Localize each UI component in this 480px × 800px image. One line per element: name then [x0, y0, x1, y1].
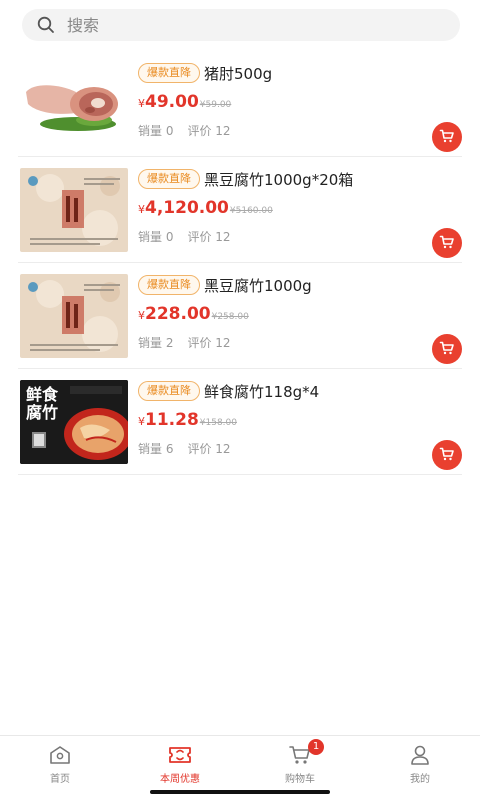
product-card[interactable]: 爆款直降 黑豆腐竹1000g ¥ 228.00 ¥258.00 销量 2 评价 … — [18, 264, 462, 369]
promo-badge: 爆款直降 — [138, 381, 200, 401]
product-stats: 销量 0 评价 12 — [138, 228, 462, 246]
add-to-cart-button[interactable] — [432, 122, 462, 152]
home-icon — [49, 744, 71, 766]
current-price: 228.00 — [145, 304, 211, 324]
product-card[interactable]: 鲜食腐竹 爆款直降 鲜食腐竹118g*4 ¥ 11.28 ¥158.00 销量 … — [18, 370, 462, 475]
tab-label: 购物车 — [285, 774, 315, 785]
review-count: 评价 12 — [187, 336, 231, 350]
pork-knuckle-image[interactable] — [20, 62, 128, 146]
tab-label: 我的 — [410, 774, 430, 785]
review-count: 评价 12 — [187, 442, 231, 456]
sales-count: 销量 0 — [138, 124, 174, 138]
cart-icon — [439, 128, 455, 147]
price-row: ¥ 11.28 ¥158.00 — [138, 410, 462, 432]
cart-icon — [439, 340, 455, 359]
tab-label: 本周优惠 — [160, 774, 200, 785]
add-to-cart-button[interactable] — [432, 228, 462, 258]
add-to-cart-button[interactable] — [432, 334, 462, 364]
review-count: 评价 12 — [187, 230, 231, 244]
currency-symbol: ¥ — [138, 415, 145, 428]
promo-badge: 爆款直降 — [138, 275, 200, 295]
currency-symbol: ¥ — [138, 97, 145, 110]
add-to-cart-button[interactable] — [432, 440, 462, 470]
tab-home[interactable]: 首页 — [0, 736, 120, 800]
bottom-tab-bar: 首页 本周优惠 1 购物车 我的 — [0, 735, 480, 800]
tofu-skin-box-image[interactable] — [20, 274, 128, 358]
product-card[interactable]: 爆款直降 黑豆腐竹1000g*20箱 ¥ 4,120.00 ¥5160.00 销… — [18, 158, 462, 263]
original-price: ¥258.00 — [211, 312, 249, 322]
original-price: ¥158.00 — [199, 418, 237, 428]
product-info: 爆款直降 黑豆腐竹1000g ¥ 228.00 ¥258.00 销量 2 评价 … — [138, 274, 462, 364]
cart-icon — [439, 234, 455, 253]
search-input[interactable] — [65, 14, 429, 36]
product-stats: 销量 2 评价 12 — [138, 334, 462, 352]
cart-count-badge: 1 — [308, 739, 324, 755]
current-price: 11.28 — [145, 410, 199, 430]
tab-profile[interactable]: 我的 — [360, 736, 480, 800]
review-count: 评价 12 — [187, 124, 231, 138]
product-info: 爆款直降 鲜食腐竹118g*4 ¥ 11.28 ¥158.00 销量 6 评价 … — [138, 380, 462, 470]
product-info: 爆款直降 猪肘500g ¥ 49.00 ¥59.00 销量 0 评价 12 — [138, 62, 462, 152]
fresh-tofu-skin-package-image[interactable]: 鲜食腐竹 — [20, 380, 128, 464]
original-price: ¥5160.00 — [229, 206, 273, 216]
promo-badge: 爆款直降 — [138, 169, 200, 189]
product-title[interactable]: 黑豆腐竹1000g*20箱 — [204, 169, 353, 190]
product-title[interactable]: 黑豆腐竹1000g — [204, 275, 312, 296]
product-stats: 销量 0 评价 12 — [138, 122, 462, 140]
current-price: 49.00 — [145, 92, 199, 112]
product-card[interactable]: 爆款直降 猪肘500g ¥ 49.00 ¥59.00 销量 0 评价 12 — [18, 52, 462, 157]
product-title[interactable]: 鲜食腐竹118g*4 — [204, 381, 319, 402]
package-brand-text: 鲜食腐竹 — [26, 385, 59, 422]
home-indicator — [150, 790, 330, 794]
sales-count: 销量 6 — [138, 442, 174, 456]
price-row: ¥ 4,120.00 ¥5160.00 — [138, 198, 462, 220]
original-price: ¥59.00 — [199, 100, 232, 110]
product-list: 爆款直降 猪肘500g ¥ 49.00 ¥59.00 销量 0 评价 12 爆款… — [18, 52, 462, 475]
price-row: ¥ 228.00 ¥258.00 — [138, 304, 462, 326]
product-stats: 销量 6 评价 12 — [138, 440, 462, 458]
user-icon — [409, 744, 431, 766]
product-info: 爆款直降 黑豆腐竹1000g*20箱 ¥ 4,120.00 ¥5160.00 销… — [138, 168, 462, 258]
tofu-skin-box-image[interactable] — [20, 168, 128, 252]
coupon-icon — [168, 744, 192, 766]
currency-symbol: ¥ — [138, 309, 145, 322]
product-title[interactable]: 猪肘500g — [204, 63, 272, 84]
cart-icon — [439, 446, 455, 465]
promo-badge: 爆款直降 — [138, 63, 200, 83]
search-bar[interactable] — [22, 9, 460, 41]
sales-count: 销量 0 — [138, 230, 174, 244]
price-row: ¥ 49.00 ¥59.00 — [138, 92, 462, 114]
sales-count: 销量 2 — [138, 336, 174, 350]
search-icon — [37, 16, 55, 34]
current-price: 4,120.00 — [145, 198, 229, 218]
tab-label: 首页 — [50, 774, 70, 785]
currency-symbol: ¥ — [138, 203, 145, 216]
